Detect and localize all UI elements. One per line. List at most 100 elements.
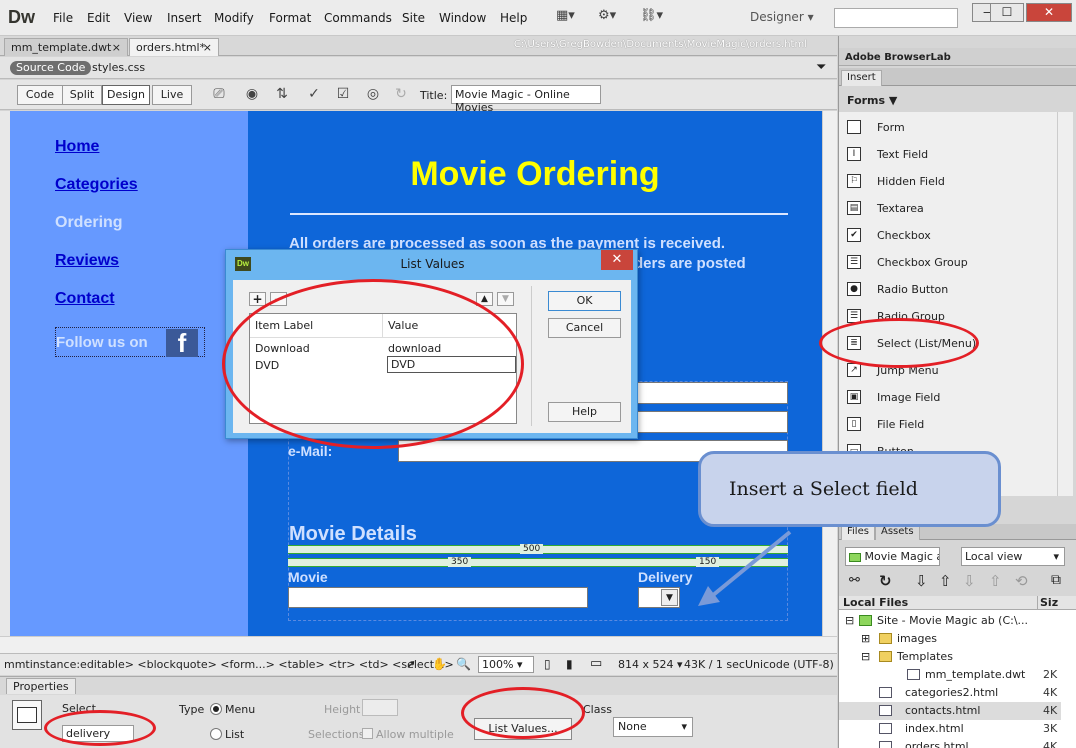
nav-categories[interactable]: Categories xyxy=(55,176,138,194)
design-scrollbar-vertical[interactable] xyxy=(822,111,837,636)
type-menu-radio[interactable] xyxy=(210,703,222,715)
tablet-size-icon[interactable]: ▮ xyxy=(566,657,573,671)
row-label-dvd[interactable]: DVD xyxy=(255,359,279,372)
help-search-input[interactable] xyxy=(834,8,958,28)
related-file-styles[interactable]: styles.css xyxy=(92,61,145,74)
menu-view[interactable]: View xyxy=(124,11,152,25)
delivery-select[interactable]: ▼ xyxy=(638,587,680,608)
refresh-icon[interactable]: ↻ xyxy=(879,572,892,590)
tab-mm-template[interactable]: mm_template.dwt × xyxy=(4,38,128,56)
insert-radio-group[interactable]: ☰ Radio Group xyxy=(839,303,1057,330)
nav-contact[interactable]: Contact xyxy=(55,290,115,308)
class-select[interactable]: None ▾ xyxy=(613,717,693,737)
files-tab[interactable]: Files xyxy=(841,525,875,540)
menu-edit[interactable]: Edit xyxy=(87,11,110,25)
tree-item-site-root[interactable]: ⊟ Site - Movie Magic ab (C:\... xyxy=(839,612,1061,630)
zoom-icon[interactable]: 🔍 xyxy=(456,657,471,671)
insert-image-field[interactable]: ▣ Image Field xyxy=(839,384,1057,411)
move-up-button[interactable]: ▲ xyxy=(476,292,493,306)
tag-selector[interactable]: mmtinstance:editable> <blockquote> <form… xyxy=(4,658,454,671)
visual-aids-icon[interactable]: ◎ xyxy=(360,86,386,104)
expand-icon[interactable]: ⧉ xyxy=(1051,572,1061,588)
insert-category-dropdown[interactable]: Forms ▼ xyxy=(847,94,897,107)
close-icon[interactable]: × xyxy=(203,41,212,54)
refresh-icon[interactable]: ↻ xyxy=(388,86,414,104)
type-list-radio[interactable] xyxy=(210,728,222,740)
preview-browser-icon[interactable]: ◉ xyxy=(239,86,265,104)
tab-orders[interactable]: orders.html* × xyxy=(129,38,219,56)
insert-tab[interactable]: Insert xyxy=(841,70,882,86)
connect-icon[interactable]: ⚯ xyxy=(849,573,860,588)
check-browser-icon[interactable]: ☑ xyxy=(330,86,356,104)
row-value-download[interactable]: download xyxy=(388,342,441,355)
menu-format[interactable]: Format xyxy=(269,11,311,25)
tree-item-categories2[interactable]: categories2.html 4K xyxy=(839,684,1061,702)
close-icon[interactable]: × xyxy=(112,41,121,54)
menu-insert[interactable]: Insert xyxy=(167,11,201,25)
check-out-icon[interactable]: ⇩ xyxy=(963,572,976,590)
filter-icon[interactable]: ⏷ xyxy=(816,60,826,75)
split-view-button[interactable]: Split xyxy=(62,85,102,105)
height-input[interactable] xyxy=(362,699,398,716)
insert-text-field[interactable]: I Text Field xyxy=(839,141,1057,168)
value-header[interactable]: Value xyxy=(388,319,418,332)
site-select[interactable]: Movie Magic ab xyxy=(845,547,940,566)
allow-multiple-checkbox[interactable] xyxy=(362,728,373,739)
insert-checkbox-group[interactable]: ☰ Checkbox Group xyxy=(839,249,1057,276)
help-button[interactable]: Help xyxy=(548,402,621,422)
get-files-icon[interactable]: ⇩ xyxy=(915,572,928,590)
document-title-input[interactable]: Movie Magic - Online Movies xyxy=(451,85,601,114)
files-view-select[interactable]: Local view ▾ xyxy=(961,547,1065,566)
insert-form[interactable]: Form xyxy=(839,114,1057,141)
insert-hidden-field[interactable]: ⚐ Hidden Field xyxy=(839,168,1057,195)
move-down-button[interactable]: ▼ xyxy=(497,292,514,306)
design-scrollbar-horizontal[interactable] xyxy=(0,636,837,653)
tree-item-orders[interactable]: orders.html 4K xyxy=(839,738,1061,748)
nav-reviews[interactable]: Reviews xyxy=(55,252,119,270)
zoom-select[interactable]: 100% ▾ xyxy=(478,656,534,673)
row-value-dvd-input[interactable]: DVD xyxy=(387,356,516,373)
check-in-icon[interactable]: ⇧ xyxy=(989,572,1002,590)
tree-item-images[interactable]: ⊞ images xyxy=(839,630,1061,648)
list-values-button[interactable]: List Values... xyxy=(474,718,572,740)
cancel-button[interactable]: Cancel xyxy=(548,318,621,338)
local-files-column[interactable]: Local Files xyxy=(843,596,908,609)
menu-modify[interactable]: Modify xyxy=(214,11,254,25)
row-label-download[interactable]: Download xyxy=(255,342,310,355)
file-management-icon[interactable]: ⇅ xyxy=(269,86,295,104)
insert-radio-button[interactable]: ● Radio Button xyxy=(839,276,1057,303)
workspace-switcher[interactable]: Designer ▾ xyxy=(750,10,814,24)
insert-select-list-menu[interactable]: ≣ Select (List/Menu) xyxy=(839,330,1057,357)
put-files-icon[interactable]: ⇧ xyxy=(939,572,952,590)
menu-file[interactable]: File xyxy=(53,11,73,25)
source-code-button[interactable]: Source Code xyxy=(10,61,92,75)
site-map-icon[interactable]: ⛓▾ xyxy=(640,8,666,26)
menu-help[interactable]: Help xyxy=(500,11,527,25)
mobile-size-icon[interactable]: ▯ xyxy=(544,657,551,671)
insert-textarea[interactable]: ▤ Textarea xyxy=(839,195,1057,222)
nav-ordering[interactable]: Ordering xyxy=(55,214,123,232)
tree-item-templates[interactable]: ⊟ Templates xyxy=(839,648,1061,666)
tree-item-index[interactable]: index.html 3K xyxy=(839,720,1061,738)
insert-file-field[interactable]: ▯ File Field xyxy=(839,411,1057,438)
ok-button[interactable]: OK xyxy=(548,291,621,311)
layout-icon[interactable]: ▦▾ xyxy=(556,8,582,26)
live-view-button[interactable]: Live xyxy=(152,85,192,105)
tree-item-mm-template[interactable]: mm_template.dwt 2K xyxy=(839,666,1061,684)
window-size[interactable]: 814 x 524 ▾ xyxy=(618,658,683,671)
close-window-button[interactable]: ✕ xyxy=(1026,3,1072,22)
insert-jump-menu[interactable]: ↗ Jump Menu xyxy=(839,357,1057,384)
browserlab-panel-header[interactable]: Adobe BrowserLab xyxy=(839,48,1076,66)
nav-home[interactable]: Home xyxy=(55,138,99,156)
multiscreen-icon[interactable]: ⎚ xyxy=(206,86,232,104)
menu-commands[interactable]: Commands xyxy=(324,11,392,25)
insert-scrollbar[interactable] xyxy=(1057,112,1073,496)
design-view-button[interactable]: Design xyxy=(102,85,150,105)
tree-item-contacts[interactable]: contacts.html 4K xyxy=(839,702,1061,720)
select-name-input[interactable]: delivery xyxy=(62,725,134,742)
dialog-close-button[interactable]: ✕ xyxy=(601,250,633,270)
desktop-size-icon[interactable]: ▭ xyxy=(590,656,602,671)
assets-tab[interactable]: Assets xyxy=(875,525,920,540)
facebook-icon[interactable]: f xyxy=(166,329,198,357)
movie-input[interactable] xyxy=(288,587,588,608)
